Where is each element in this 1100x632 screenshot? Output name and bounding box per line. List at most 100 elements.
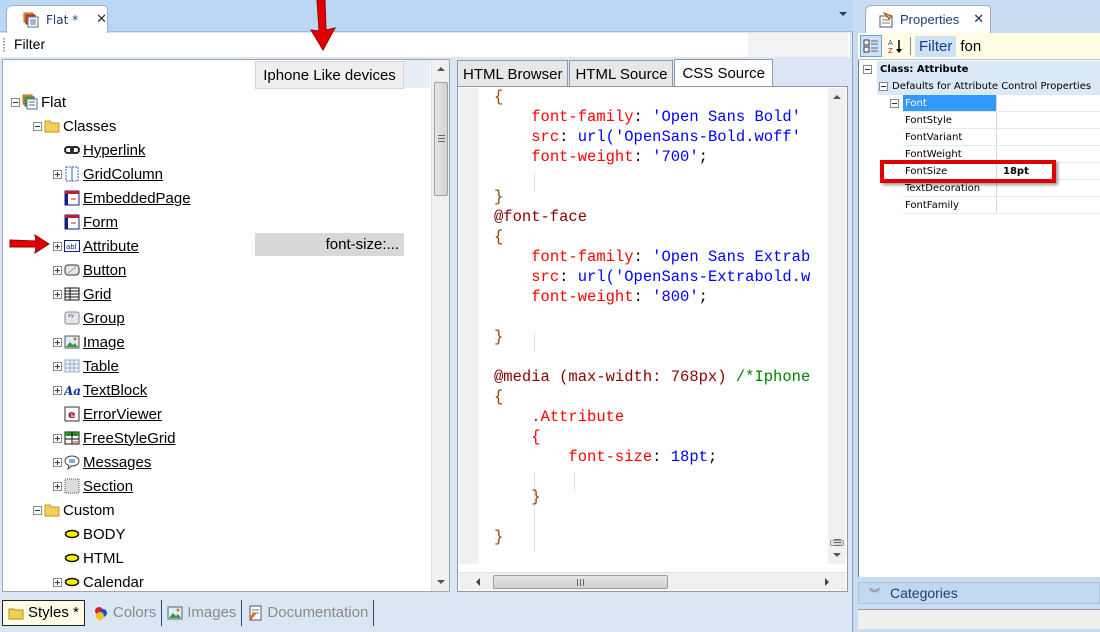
- tree-item-hyperlink[interactable]: Hyperlink: [53, 140, 146, 160]
- editor-vertical-scrollbar[interactable]: [828, 88, 846, 564]
- tree-item-form[interactable]: Form: [53, 212, 118, 232]
- tree-item-classes[interactable]: Classes: [33, 116, 116, 136]
- tree-item-label[interactable]: FreeStyleGrid: [83, 430, 176, 447]
- tree-vertical-scrollbar[interactable]: [431, 60, 449, 591]
- scroll-left-icon[interactable]: [476, 578, 480, 586]
- expand-icon[interactable]: [53, 337, 62, 347]
- property-filter-input[interactable]: [960, 37, 1081, 55]
- tree-item-freestylegrid[interactable]: FreeStyleGrid: [53, 428, 176, 448]
- tree-item-label[interactable]: Grid: [83, 286, 111, 303]
- document-tab-flat[interactable]: Flat * ✕: [6, 5, 108, 33]
- expand-icon[interactable]: [53, 577, 62, 587]
- scroll-right-icon[interactable]: [825, 578, 829, 586]
- tree-item-label[interactable]: GridColumn: [83, 166, 163, 183]
- collapse-icon[interactable]: [863, 65, 872, 74]
- tree-item-label: HTML: [83, 549, 124, 567]
- css-source-editor[interactable]: { font-family: 'Open Sans Bold' src: url…: [457, 86, 848, 592]
- tab-styles[interactable]: Styles *: [2, 599, 85, 626]
- tree-item-custom[interactable]: Custom: [33, 500, 115, 520]
- tree-item-label[interactable]: TextBlock: [83, 382, 147, 399]
- scroll-up-icon[interactable]: [437, 67, 445, 71]
- alphabetical-sort-button[interactable]: AZ: [884, 35, 906, 57]
- tree-item-textblock[interactable]: Aa TextBlock: [53, 380, 147, 400]
- tree-item-label[interactable]: Table: [83, 358, 119, 375]
- font-group-row[interactable]: Font: [859, 95, 1100, 112]
- subcategory-row[interactable]: Defaults for Attribute Control Propertie…: [877, 78, 1100, 95]
- expand-icon[interactable]: [53, 433, 62, 443]
- tree-item-label[interactable]: Messages: [83, 454, 151, 471]
- scroll-down-icon[interactable]: [833, 553, 841, 557]
- tree-item-embeddedpage[interactable]: EmbeddedPage: [53, 188, 191, 208]
- categories-expander[interactable]: ︾ Categories: [858, 582, 1100, 604]
- attribute-override-cell[interactable]: font-size:...: [255, 233, 404, 256]
- style-tree: Iphone Like devices Flat Classes Hyperlink…: [2, 59, 450, 592]
- tree-item-table[interactable]: Table: [53, 356, 119, 376]
- tab-css-source[interactable]: CSS Source: [674, 59, 773, 87]
- property-row-fontstyle[interactable]: FontStyle: [859, 112, 1100, 129]
- tree-item-image[interactable]: Image: [53, 332, 125, 352]
- scroll-thumb[interactable]: [830, 539, 844, 546]
- scroll-thumb[interactable]: [434, 82, 448, 196]
- editor-horizontal-scrollbar[interactable]: [459, 572, 846, 590]
- tree-item-attribute[interactable]: abl Attribute: [53, 236, 139, 256]
- tree-item-grid[interactable]: Grid: [53, 284, 111, 304]
- tab-list-dropdown-icon[interactable]: [839, 12, 847, 16]
- tree-item-label[interactable]: Section: [83, 478, 133, 495]
- css-code[interactable]: { font-family: 'Open Sans Bold' src: url…: [494, 87, 824, 563]
- tree-item-calendar[interactable]: Calendar: [53, 572, 144, 592]
- tree-item-label[interactable]: Button: [83, 262, 126, 279]
- tree-item-gridcolumn[interactable]: GridColumn: [53, 164, 163, 184]
- tree-item-button[interactable]: Button: [53, 260, 126, 280]
- svg-text:xy: xy: [68, 313, 74, 319]
- tree-item-body[interactable]: BODY: [53, 524, 126, 544]
- tree-item-flat[interactable]: Flat: [11, 92, 66, 112]
- tab-html-browser[interactable]: HTML Browser: [457, 60, 569, 87]
- collapse-icon[interactable]: [33, 505, 42, 515]
- property-value[interactable]: [998, 112, 1100, 129]
- close-icon[interactable]: ✕: [96, 12, 107, 27]
- expand-icon[interactable]: [53, 457, 62, 467]
- scroll-down-icon[interactable]: [437, 580, 445, 584]
- expand-icon[interactable]: [53, 265, 62, 275]
- tree-item-label[interactable]: Hyperlink: [83, 142, 146, 159]
- scroll-thumb[interactable]: [493, 575, 668, 589]
- expand-icon[interactable]: [53, 241, 62, 251]
- toolbar-grip[interactable]: [3, 38, 5, 53]
- tab-documentation[interactable]: Documentation: [242, 599, 375, 626]
- expand-icon[interactable]: [53, 361, 62, 371]
- categorized-view-button[interactable]: [860, 35, 882, 57]
- expand-icon[interactable]: [53, 385, 62, 395]
- collapse-icon[interactable]: [33, 121, 42, 131]
- tree-item-html[interactable]: HTML: [53, 548, 124, 568]
- properties-tab[interactable]: Properties ✕: [865, 5, 991, 33]
- collapse-icon[interactable]: [879, 82, 888, 91]
- tree-item-label[interactable]: EmbeddedPage: [83, 190, 191, 207]
- device-column-header[interactable]: Iphone Like devices: [255, 61, 404, 89]
- tree-item-group[interactable]: xy Group: [53, 308, 125, 328]
- category-row[interactable]: Class: Attribute: [859, 61, 1100, 78]
- tree-item-messages[interactable]: Messages: [53, 452, 151, 472]
- tab-html-source[interactable]: HTML Source: [569, 60, 674, 87]
- property-row-fontfamily[interactable]: FontFamily: [859, 197, 1100, 214]
- tree-item-label[interactable]: Form: [83, 214, 118, 231]
- tree-item-label[interactable]: Image: [83, 334, 125, 351]
- tab-colors[interactable]: Colors: [88, 599, 163, 626]
- tree-item-errorviewer[interactable]: e ErrorViewer: [53, 404, 162, 424]
- tree-item-label[interactable]: Group: [83, 310, 125, 327]
- property-value[interactable]: [998, 197, 1100, 214]
- expand-icon[interactable]: [53, 169, 62, 179]
- collapse-icon[interactable]: [11, 97, 20, 107]
- tree-item-label[interactable]: Attribute: [83, 238, 139, 255]
- tab-images[interactable]: Images: [162, 599, 243, 626]
- property-value[interactable]: [998, 129, 1100, 146]
- property-row-fontvariant[interactable]: FontVariant: [859, 129, 1100, 146]
- expand-icon[interactable]: [53, 481, 62, 491]
- scroll-up-icon[interactable]: [833, 95, 841, 99]
- expand-icon[interactable]: [53, 289, 62, 299]
- tree-item-label[interactable]: ErrorViewer: [83, 406, 162, 423]
- close-icon[interactable]: ✕: [973, 12, 984, 27]
- tree-item-section[interactable]: Section: [53, 476, 133, 496]
- collapse-icon[interactable]: [890, 99, 899, 108]
- tree-item-label: Calendar: [83, 573, 144, 591]
- filter-button[interactable]: Filter: [14, 36, 45, 52]
